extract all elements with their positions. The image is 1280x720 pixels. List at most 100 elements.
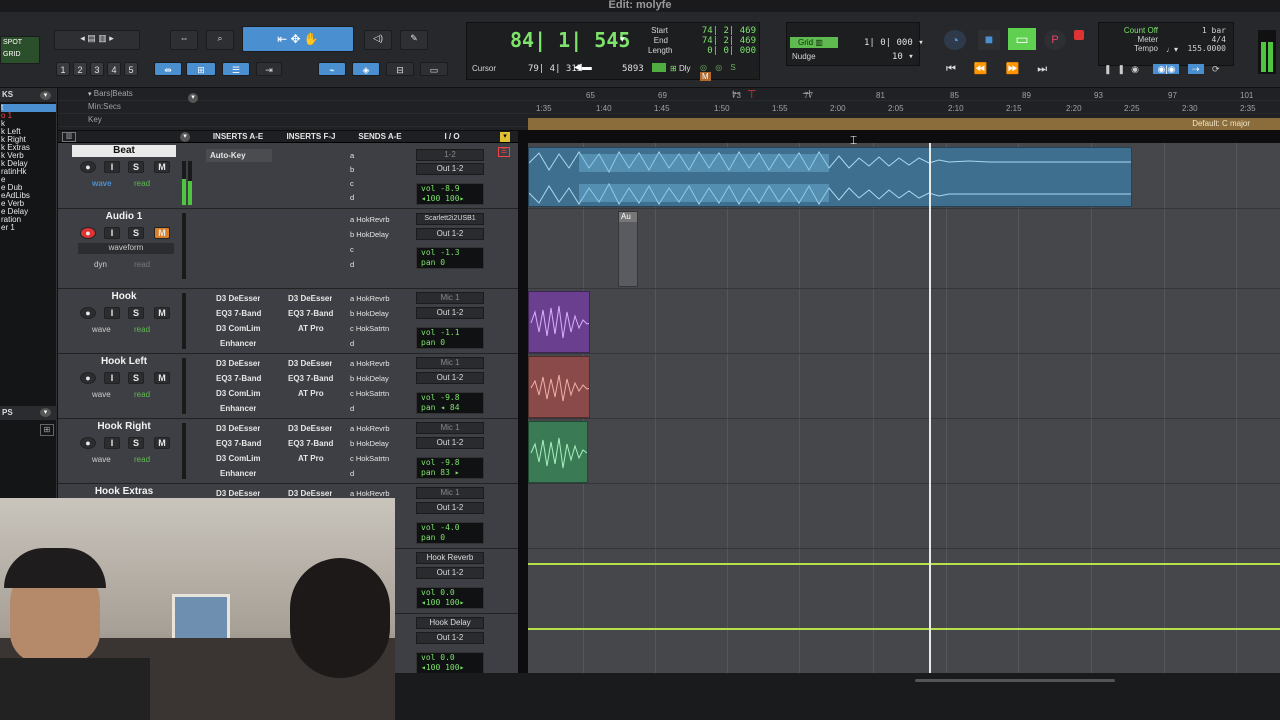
mute-button[interactable]: M: [154, 307, 170, 319]
tracklist-item[interactable]: eAdLibs: [1, 192, 56, 200]
insert-slot[interactable]: D3 DeEsser: [288, 292, 332, 305]
midi-icon[interactable]: [652, 63, 666, 72]
input-selector[interactable]: Mic 1: [416, 422, 484, 434]
zoom-preset-2[interactable]: 2: [73, 62, 87, 76]
zoom-buttons[interactable]: ◂ ▤ ▥ ▸: [54, 30, 140, 50]
mute-button[interactable]: M: [154, 227, 170, 239]
mute-button[interactable]: M: [154, 437, 170, 449]
grid-toggle[interactable]: Grid ▥: [790, 37, 838, 48]
input-monitor-button[interactable]: I: [104, 437, 120, 449]
track-name[interactable]: Hook: [72, 291, 176, 303]
tracklist-item[interactable]: t: [1, 104, 56, 112]
tracklist-item[interactable]: k: [1, 120, 56, 128]
volume-pan-display[interactable]: vol -4.0 pan 0: [416, 522, 484, 544]
send-a[interactable]: a: [350, 149, 354, 162]
send-b[interactable]: b: [350, 163, 354, 176]
insert-slot[interactable]: D3 ComLim: [216, 387, 260, 400]
send-c[interactable]: c HokSatrtn: [350, 387, 389, 400]
automation-mode[interactable]: read: [134, 260, 150, 269]
track-name[interactable]: Beat: [72, 145, 176, 157]
edit-window-view-icon[interactable]: ▾: [180, 132, 190, 142]
input-monitor-button[interactable]: I: [104, 372, 120, 384]
input-selector[interactable]: Mic 1: [416, 357, 484, 369]
link-selection-icon[interactable]: ⊞: [186, 62, 216, 76]
input-monitor-button[interactable]: I: [104, 227, 120, 239]
mute-button[interactable]: M: [154, 372, 170, 384]
insert-slot[interactable]: EQ3 7-Band: [288, 307, 333, 320]
insert-slot[interactable]: D3 ComLim: [216, 452, 260, 465]
insert-slot[interactable]: D3 DeEsser: [216, 292, 260, 305]
send-c[interactable]: c: [350, 177, 354, 190]
zoom-preset-4[interactable]: 4: [107, 62, 121, 76]
audio-1-clip[interactable]: Au: [618, 211, 638, 287]
mute-button[interactable]: M: [154, 161, 170, 173]
send-a[interactable]: a HokRevrb: [350, 357, 390, 370]
grid-value[interactable]: 1| 0| 000 ▾: [864, 38, 924, 48]
track-name[interactable]: Audio 1: [72, 211, 176, 223]
send-b[interactable]: b HokDelay: [350, 372, 389, 385]
output-selector[interactable]: Out 1-2: [416, 307, 484, 319]
stop-button[interactable]: ■: [978, 30, 1000, 50]
main-counter[interactable]: 84| 1| 545: [510, 28, 630, 52]
volume-pan-display[interactable]: vol -8.9 ◂100 100▸: [416, 183, 484, 205]
tracks-view-icon[interactable]: ▥: [62, 132, 76, 142]
solo-button[interactable]: S: [128, 437, 144, 449]
midi-controls[interactable]: ❚❚◉ ◉|◉ ⇢ ⟳: [1104, 64, 1226, 75]
send-d[interactable]: d: [350, 258, 354, 271]
tracklist-item[interactable]: e Dub: [1, 184, 56, 192]
insert-slot[interactable]: EQ3 7-Band: [216, 372, 261, 385]
send-c[interactable]: c HokSatrtn: [350, 322, 389, 335]
input-selector[interactable]: Scarlett2i2USB1: [416, 213, 484, 225]
tracks-menu-icon[interactable]: ▾: [40, 91, 51, 100]
record-enable-button[interactable]: ●: [80, 227, 96, 239]
output-selector[interactable]: Out 1-2: [416, 437, 484, 449]
output-selector[interactable]: Out 1-2: [416, 567, 484, 579]
playhead-marker-icon[interactable]: ⊤: [747, 88, 757, 101]
send-d[interactable]: d: [350, 337, 354, 350]
tracklist-item[interactable]: ration: [1, 216, 56, 224]
clips-menu-icon[interactable]: ▾: [40, 408, 51, 417]
layout-icon[interactable]: ⊟: [386, 62, 414, 76]
volume-pan-display[interactable]: vol -1.1 pan 0: [416, 327, 484, 349]
track-view-selector[interactable]: waveform: [78, 243, 174, 254]
reverb-volume-automation[interactable]: [528, 563, 1280, 565]
track-hook[interactable]: Hook ● I S M wave read D3 DeEsser EQ3 7-…: [58, 289, 518, 354]
output-selector[interactable]: Out 1-2: [416, 632, 484, 644]
solo-button[interactable]: S: [128, 161, 144, 173]
counter-dropdown-icon[interactable]: ▾: [620, 34, 625, 45]
zoom-preset-5[interactable]: 5: [124, 62, 138, 76]
tracklist-item[interactable]: k Left: [1, 128, 56, 136]
track-view-selector[interactable]: wave: [92, 179, 112, 188]
record-enable-button[interactable]: ●: [80, 161, 96, 173]
tracklist-item[interactable]: k Delay: [1, 160, 56, 168]
key-signature-bar[interactable]: Default: C major: [528, 118, 1280, 130]
track-name[interactable]: Hook Left: [72, 356, 176, 368]
send-b[interactable]: b HokDelay: [350, 307, 389, 320]
insertion-follows-icon[interactable]: ⇥: [256, 62, 282, 76]
insert-slot[interactable]: AT Pro: [298, 322, 324, 335]
beat-clip[interactable]: [528, 147, 1132, 207]
zoom-preset-1[interactable]: 1: [56, 62, 70, 76]
output-selector[interactable]: Out 1-2: [416, 163, 484, 175]
pencil-tool-icon[interactable]: ✎: [400, 30, 428, 50]
insert-slot[interactable]: D3 ComLim: [216, 322, 260, 335]
color-icon[interactable]: ▾: [500, 132, 510, 142]
send-a[interactable]: a HokRevrb: [350, 213, 390, 226]
solo-button[interactable]: S: [128, 227, 144, 239]
track-view-icon[interactable]: ◈: [352, 62, 380, 76]
input-selector[interactable]: Hook Reverb: [416, 552, 484, 564]
hook-right-clip[interactable]: [528, 421, 588, 483]
insert-slot[interactable]: Enhancer: [220, 402, 256, 415]
edit-mode-buttons[interactable]: SPOT GRID: [0, 36, 40, 64]
tracklist-item[interactable]: e Verb: [1, 200, 56, 208]
insert-slot[interactable]: EQ3 7-Band: [288, 372, 333, 385]
online-icon[interactable]: ◔: [944, 30, 966, 50]
hook-left-clip[interactable]: [528, 356, 590, 418]
volume-pan-display[interactable]: vol 0.0 ◂100 100▸: [416, 587, 484, 609]
input-selector[interactable]: 1-2: [416, 149, 484, 161]
output-selector[interactable]: Out 1-2: [416, 228, 484, 240]
automation-mode[interactable]: read: [134, 455, 150, 464]
insert-slot[interactable]: D3 DeEsser: [216, 422, 260, 435]
send-b[interactable]: b HokDelay: [350, 437, 389, 450]
track-hook-right[interactable]: Hook Right ● I S M wave read D3 DeEsser …: [58, 419, 518, 484]
